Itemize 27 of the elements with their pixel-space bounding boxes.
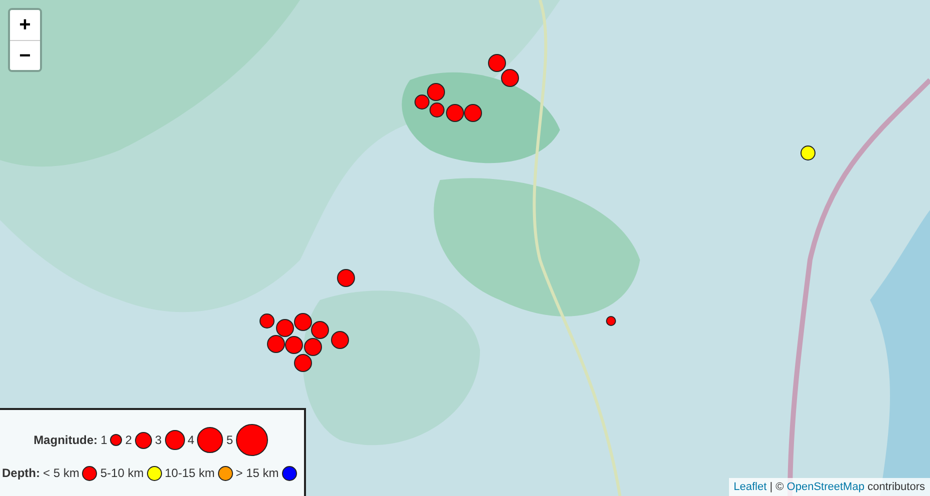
depth-range-label: < 5 km — [43, 465, 80, 482]
map-background[interactable]: + − Magnitude: 1 2 3 4 5 Depth: < 5 km 5-10 km 10-15 km > 15 km Leaflet | © OpenStreetMap contributors — [0, 0, 930, 496]
magnitude-value: 1 — [100, 432, 108, 449]
earthquake-marker[interactable] — [285, 336, 303, 354]
earthquake-marker[interactable] — [337, 269, 355, 287]
depth-range-label: 5-10 km — [100, 465, 144, 482]
earthquake-marker[interactable] — [276, 319, 294, 337]
attribution-link[interactable]: OpenStreetMap — [786, 480, 864, 492]
magnitude-label: Magnitude: — [34, 432, 98, 449]
earthquake-marker[interactable] — [800, 146, 816, 160]
zoom-in-button[interactable]: + — [10, 10, 40, 40]
depth-range-label: > 15 km — [236, 465, 279, 482]
earthquake-marker[interactable] — [294, 354, 312, 372]
earthquake-marker[interactable] — [267, 335, 285, 353]
attribution-text: Leaflet | © OpenStreetMap contributors — [728, 478, 930, 496]
earthquake-marker[interactable] — [260, 314, 274, 328]
depth-label: Depth: — [2, 465, 40, 482]
zoom-out-button[interactable]: − — [10, 40, 40, 70]
magnitude-value: 2 — [125, 432, 132, 449]
magnitude-value: 5 — [226, 432, 233, 449]
magnitude-value: 3 — [154, 432, 162, 449]
attribution-link[interactable]: Leaflet — [734, 480, 767, 492]
earthquake-marker[interactable] — [294, 313, 312, 331]
earthquake-marker[interactable] — [501, 69, 519, 87]
earthquake-marker[interactable] — [606, 316, 616, 326]
depth-range-label: 10-15 km — [164, 465, 215, 482]
magnitude-value: 4 — [188, 432, 194, 449]
